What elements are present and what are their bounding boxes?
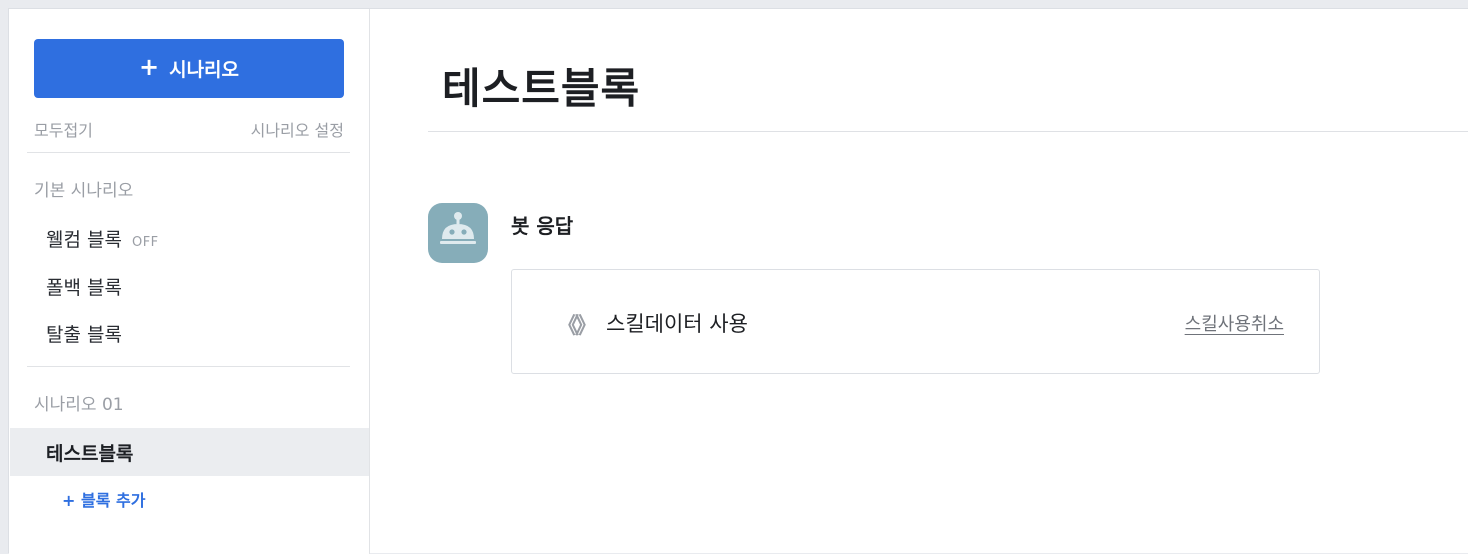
sidebar-tools: 모두접기 시나리오 설정 [34, 117, 344, 141]
main-panel: 테스트블록 봇 응답 《》 스킬데이터 사용 스킬사용취소 [370, 9, 1468, 554]
sidebar-item-exit[interactable]: 탈출 블록 [46, 320, 122, 347]
sidebar-divider [27, 152, 350, 153]
sidebar-item-label: 테스트블록 [46, 443, 134, 465]
scenario-settings-link[interactable]: 시나리오 설정 [251, 117, 344, 141]
sidebar: + 시나리오 모두접기 시나리오 설정 기본 시나리오 웰컴 블록 OFF 폴백… [9, 9, 370, 554]
sidebar-item-label: 폴백 블록 [46, 277, 122, 299]
bot-response-title: 봇 응답 [511, 214, 574, 238]
default-scenario-title[interactable]: 기본 시나리오 [34, 176, 133, 201]
add-block-link[interactable]: + 블록 추가 [62, 487, 145, 511]
sidebar-item-welcome[interactable]: 웰컴 블록 OFF [46, 225, 159, 252]
sidebar-item-label: 웰컴 블록 [46, 229, 122, 251]
sidebar-item-test-block[interactable]: 테스트블록 [10, 428, 369, 476]
title-divider [428, 131, 1468, 132]
skill-data-card: 《》 스킬데이터 사용 스킬사용취소 [511, 269, 1320, 374]
add-scenario-button[interactable]: + 시나리오 [34, 39, 344, 98]
scenario-01-title[interactable]: 시나리오 01 [34, 390, 124, 415]
app-frame: + 시나리오 모두접기 시나리오 설정 기본 시나리오 웰컴 블록 OFF 폴백… [8, 8, 1468, 554]
skill-data-label: 스킬데이터 사용 [606, 312, 748, 336]
robot-icon [428, 203, 488, 263]
sidebar-item-label: 탈출 블록 [46, 324, 122, 346]
sidebar-divider [27, 366, 350, 367]
status-badge: OFF [131, 235, 159, 250]
add-scenario-label: 시나리오 [169, 59, 240, 81]
code-brackets-icon: 《》 [557, 314, 597, 339]
page-title: 테스트블록 [442, 64, 641, 113]
collapse-all-link[interactable]: 모두접기 [34, 117, 93, 141]
cancel-skill-link[interactable]: 스킬사용취소 [1185, 310, 1284, 336]
plus-icon: + [138, 53, 160, 81]
sidebar-item-fallback[interactable]: 폴백 블록 [46, 273, 122, 300]
